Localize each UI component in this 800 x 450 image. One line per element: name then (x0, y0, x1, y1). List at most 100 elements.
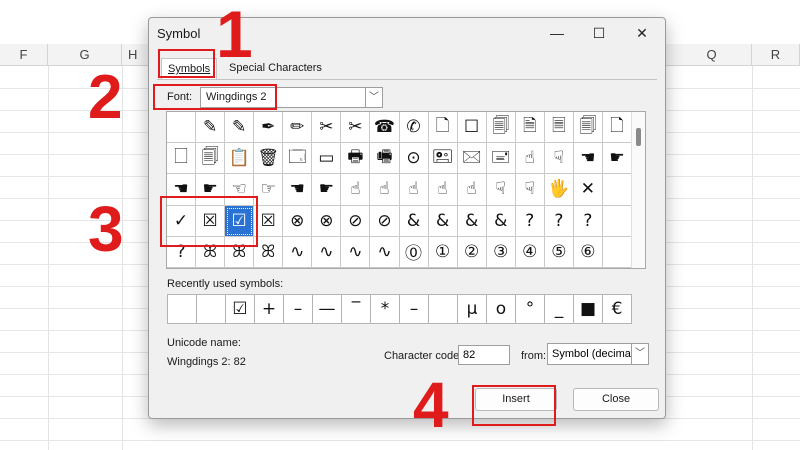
symbol-cell[interactable]: ∿ (283, 236, 313, 268)
column-header-q[interactable]: Q (672, 44, 752, 66)
symbol-cell[interactable]: ☚ (573, 143, 603, 175)
symbol-cell[interactable]: ☟ (515, 174, 545, 206)
recent-symbol-cell[interactable]: + (254, 294, 284, 324)
from-dropdown[interactable]: Symbol (decimal) ﹀ (547, 343, 649, 365)
recent-symbol-cell[interactable]: _ (544, 294, 574, 324)
symbol-cell[interactable]: ☝ (341, 174, 371, 206)
close-button[interactable]: Close (573, 388, 659, 411)
symbol-cell[interactable]: 🗏 (544, 112, 574, 144)
symbol-cell[interactable]: 🗑 (254, 143, 284, 175)
symbol-cell[interactable]: ? (515, 205, 545, 237)
symbol-cell[interactable]: 🗐 (573, 112, 603, 144)
maximize-icon[interactable]: ☐ (589, 24, 609, 42)
symbol-cell[interactable]: & (457, 205, 487, 237)
symbol-cell[interactable]: ☛ (602, 143, 632, 175)
symbol-cell[interactable]: ⑤ (544, 236, 574, 268)
symbol-cell[interactable]: & (399, 205, 429, 237)
symbol-cell[interactable]: ▭ (312, 143, 342, 175)
symbol-cell[interactable]: 🖷 (370, 143, 400, 175)
symbol-cell[interactable]: & (428, 205, 458, 237)
symbol-cell[interactable]: 📋 (225, 143, 255, 175)
symbol-cell[interactable]: ☝ (370, 174, 400, 206)
column-header-r[interactable]: R (752, 44, 800, 66)
symbol-cell[interactable]: ☟ (544, 143, 574, 175)
symbol-cell[interactable]: 🖶 (341, 143, 371, 175)
symbol-cell[interactable] (167, 112, 197, 144)
symbol-cell[interactable]: ⑥ (573, 236, 603, 268)
symbol-cell[interactable]: ☚ (283, 174, 313, 206)
symbol-cell[interactable]: 🖐 (544, 174, 574, 206)
symbol-cell[interactable]: ⊙ (399, 143, 429, 175)
symbol-cell[interactable]: 🗎 (515, 112, 545, 144)
symbol-cell[interactable]: ✕ (573, 174, 603, 206)
symbol-cell[interactable]: & (486, 205, 516, 237)
recent-symbol-cell[interactable]: o (486, 294, 516, 324)
symbol-cell[interactable]: 🗐 (196, 143, 226, 175)
symbol-cell[interactable]: ⊗ (283, 205, 313, 237)
recent-symbol-cell[interactable]: μ (457, 294, 487, 324)
symbol-cell[interactable] (602, 205, 632, 237)
symbol-cell[interactable]: 🗐 (486, 112, 516, 144)
symbol-cell[interactable] (602, 236, 632, 268)
symbol-cell[interactable]: ∿ (370, 236, 400, 268)
scrollbar-thumb[interactable] (636, 128, 641, 146)
recent-symbol-cell[interactable]: ☑ (225, 294, 255, 324)
minimize-icon[interactable]: — (547, 24, 567, 42)
symbol-cell[interactable]: ? (544, 205, 574, 237)
symbol-cell[interactable]: ✎ (225, 112, 255, 144)
symbol-cell[interactable]: ☝ (428, 174, 458, 206)
recent-symbol-cell[interactable]: – (399, 294, 429, 324)
recent-symbol-cell[interactable] (196, 294, 226, 324)
symbol-cell[interactable]: ✂ (341, 112, 371, 144)
symbol-cell[interactable]: ① (428, 236, 458, 268)
recent-symbol-cell[interactable]: * (370, 294, 400, 324)
symbol-cell[interactable]: 🖭 (428, 143, 458, 175)
symbol-cell[interactable]: 🗔 (283, 143, 313, 175)
character-code-input[interactable]: 82 (458, 345, 510, 365)
symbol-cell[interactable]: ☒ (254, 205, 284, 237)
symbol-cell[interactable]: 🗋 (602, 112, 632, 144)
symbol-cell[interactable]: ✆ (399, 112, 429, 144)
symbol-cell[interactable]: 🗌 (167, 143, 197, 175)
recent-symbol-cell[interactable]: — (312, 294, 342, 324)
symbol-cell[interactable]: ⊗ (312, 205, 342, 237)
recent-symbol-cell[interactable]: ° (515, 294, 545, 324)
symbol-cell[interactable]: ☝ (457, 174, 487, 206)
symbol-cell[interactable] (602, 174, 632, 206)
symbol-cell[interactable]: ☞ (254, 174, 284, 206)
recent-symbol-cell[interactable] (167, 294, 197, 324)
recent-symbol-cell[interactable]: ‾ (341, 294, 371, 324)
symbol-cell[interactable]: ⓪ (399, 236, 429, 268)
symbol-cell[interactable]: ✒ (254, 112, 284, 144)
symbol-cell[interactable]: ☎ (370, 112, 400, 144)
symbol-cell[interactable]: ② (457, 236, 487, 268)
symbol-cell[interactable]: ✎ (196, 112, 226, 144)
symbol-cell[interactable]: 🖂 (457, 143, 487, 175)
symbol-cell[interactable]: ∿ (341, 236, 371, 268)
column-header-f[interactable]: F (0, 44, 48, 66)
symbol-cell[interactable]: ꕤ (254, 236, 284, 268)
symbol-cell[interactable]: ☛ (312, 174, 342, 206)
recent-symbol-cell[interactable]: ■ (573, 294, 603, 324)
symbol-cell[interactable]: ∿ (312, 236, 342, 268)
symbol-cell[interactable]: ✂ (312, 112, 342, 144)
chevron-down-icon[interactable]: ﹀ (365, 87, 383, 108)
symbol-cell[interactable]: ⊘ (370, 205, 400, 237)
recent-symbol-cell[interactable] (428, 294, 458, 324)
symbol-cell[interactable]: ③ (486, 236, 516, 268)
symbol-cell[interactable]: ? (573, 205, 603, 237)
symbol-cell[interactable]: 🖃 (486, 143, 516, 175)
chevron-down-icon[interactable]: ﹀ (631, 343, 649, 365)
symbol-cell[interactable]: ⊘ (341, 205, 371, 237)
symbol-cell[interactable]: ✏ (283, 112, 313, 144)
close-icon[interactable]: ✕ (632, 24, 652, 42)
symbol-grid-scrollbar[interactable] (631, 112, 645, 268)
symbol-cell[interactable]: 🗋 (428, 112, 458, 144)
recent-symbol-cell[interactable]: € (602, 294, 632, 324)
symbol-cell[interactable]: ☟ (486, 174, 516, 206)
symbol-cell[interactable]: ☝ (515, 143, 545, 175)
symbol-cell[interactable]: ☐ (457, 112, 487, 144)
recent-symbol-cell[interactable]: – (283, 294, 313, 324)
symbol-cell[interactable]: ④ (515, 236, 545, 268)
symbol-cell[interactable]: ☝ (399, 174, 429, 206)
